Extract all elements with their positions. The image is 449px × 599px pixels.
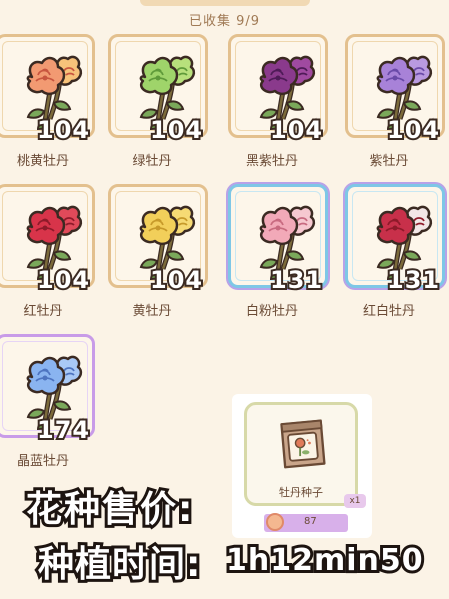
flower-count: 131	[268, 264, 324, 296]
flower-count: 174	[35, 414, 91, 446]
flower-name: 黄牡丹	[132, 304, 172, 319]
seed-packet-icon	[280, 419, 326, 469]
seed-price-caption: 花种售价:	[23, 486, 195, 533]
flower-name: 晶蓝牡丹	[16, 454, 69, 469]
planting-time-caption: 种植时间:	[35, 541, 203, 588]
flower-count: 104	[385, 114, 441, 146]
header-tab	[140, 0, 310, 6]
collection-progress: 已收集 9/9	[188, 14, 261, 29]
flower-name: 红牡丹	[23, 304, 63, 319]
seed-price: 87	[304, 516, 317, 527]
flower-name: 桃黄牡丹	[16, 154, 69, 169]
planting-time-value: 1h12min50	[223, 540, 426, 581]
coin-icon	[266, 513, 284, 531]
flower-count: 104	[35, 114, 91, 146]
flower-count: 104	[268, 114, 324, 146]
flower-name: 绿牡丹	[132, 154, 172, 169]
seed-quantity-badge: x1	[344, 494, 366, 508]
flower-name: 黑紫牡丹	[245, 154, 298, 169]
flower-count: 104	[148, 264, 204, 296]
flower-name: 白粉牡丹	[245, 304, 298, 319]
flower-count: 131	[385, 264, 441, 296]
flower-name: 红白牡丹	[362, 304, 415, 319]
flower-name: 紫牡丹	[369, 154, 409, 169]
flower-count: 104	[35, 264, 91, 296]
flower-count: 104	[148, 114, 204, 146]
seed-name: 牡丹种子	[279, 486, 323, 499]
